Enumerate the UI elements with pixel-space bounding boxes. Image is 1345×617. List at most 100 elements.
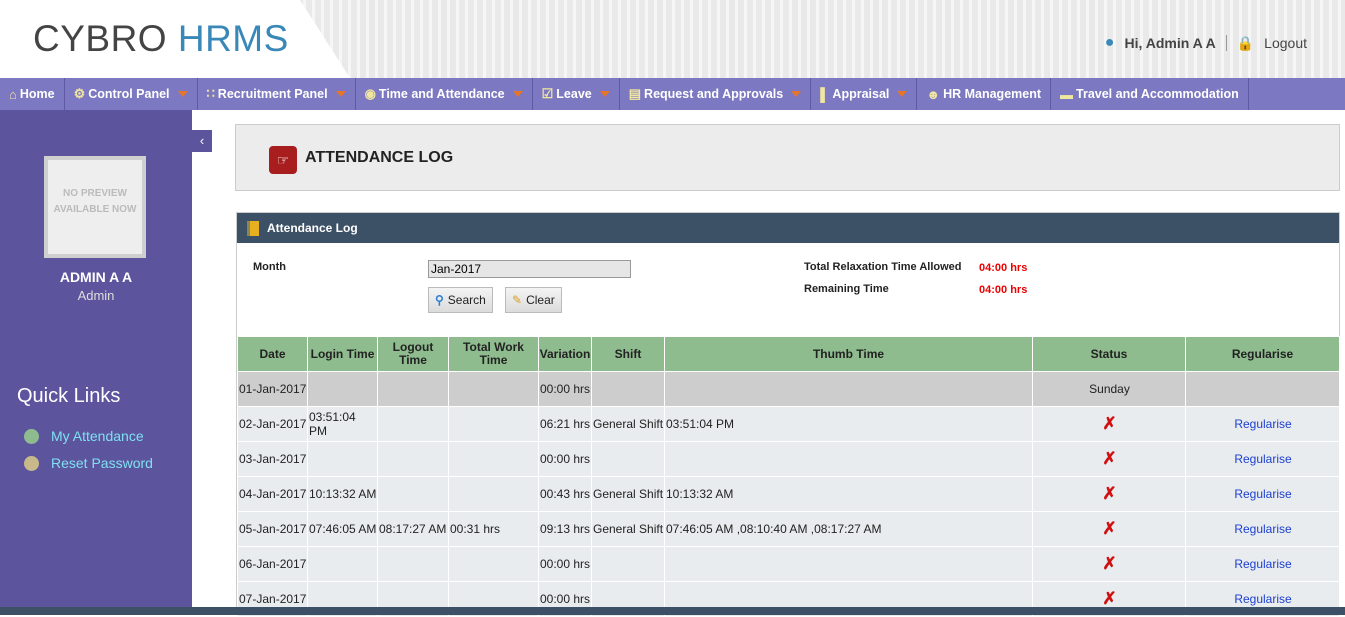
- column-header: Logout Time: [377, 336, 449, 372]
- cell-total: [448, 476, 539, 512]
- cell-reg: [1185, 371, 1340, 407]
- dropdown-caret-icon: [897, 91, 908, 97]
- nav-item-travel-and-accommodation[interactable]: ▬ Travel and Accommodation: [1051, 78, 1249, 110]
- panel-header: Attendance Log: [237, 213, 1339, 243]
- nav-item-home[interactable]: ⌂ Home: [0, 78, 65, 110]
- dropdown-caret-icon: [512, 91, 523, 97]
- user-role: Admin: [77, 288, 115, 303]
- absent-x-icon: ✗: [1032, 476, 1186, 512]
- notebook-icon: [247, 220, 259, 236]
- nav-item-leave[interactable]: ☑ Leave: [533, 78, 620, 110]
- cell-shift: General Shift: [591, 406, 665, 442]
- relaxation-label: Total Relaxation Time Allowed: [804, 261, 962, 273]
- logo-area: CYBRO HRMS: [0, 0, 350, 78]
- table-row: 04-Jan-2017 10:13:32 AM 00:43 hrs General S…: [237, 476, 1340, 512]
- cell-variation: 00:43 hrs: [538, 476, 592, 512]
- bullet-icon: [24, 428, 39, 444]
- cell-logout: [377, 546, 449, 582]
- cell-variation: 06:21 hrs: [538, 406, 592, 442]
- search-icon: ⚲: [435, 293, 444, 307]
- greeting[interactable]: Hi, Admin A A: [1124, 35, 1215, 51]
- quick-link-my-attendance[interactable]: My Attendance: [24, 428, 144, 444]
- cell-shift: [591, 546, 665, 582]
- regularise-link[interactable]: Regularise: [1185, 406, 1340, 442]
- cell-shift: General Shift: [591, 476, 665, 512]
- person-icon: ☻: [926, 86, 941, 102]
- absent-x-icon: ✗: [1032, 406, 1186, 442]
- nav-item-request-and-approvals[interactable]: ▤ Request and Approvals: [620, 78, 812, 110]
- table-row: 03-Jan-2017 00:00 hrs ✗ Regularise: [237, 441, 1340, 477]
- column-header: Total Work Time: [448, 336, 539, 372]
- dropdown-caret-icon: [791, 91, 802, 97]
- cell-total: [448, 441, 539, 477]
- quick-link-reset-password[interactable]: Reset Password: [24, 455, 153, 471]
- clear-button[interactable]: ✎ Clear: [505, 287, 562, 313]
- main-nav: ⌂ Home ⚙ Control Panel ∷ Recruitment Panel ◉ Ti…: [0, 78, 1345, 110]
- cell-status: Sunday: [1032, 371, 1186, 407]
- table-row: 02-Jan-2017 03:51:04 PM 06:21 hrs General S…: [237, 406, 1340, 442]
- logout-link[interactable]: Logout: [1264, 35, 1307, 51]
- absent-x-icon: ✗: [1032, 546, 1186, 582]
- page-title-box: ☞ ATTENDANCE LOG: [235, 124, 1340, 191]
- sidebar-collapse-button[interactable]: ‹: [192, 130, 212, 152]
- grid-icon: ∷: [206, 86, 215, 101]
- broom-icon: ✎: [512, 293, 523, 307]
- lock-icon: 🔒: [1236, 34, 1255, 51]
- cell-variation: 00:00 hrs: [538, 441, 592, 477]
- dropdown-caret-icon: [599, 91, 610, 97]
- dropdown-caret-icon: [177, 91, 188, 97]
- gear-icon: ⚙: [73, 86, 86, 101]
- cell-date: 02-Jan-2017: [237, 406, 308, 442]
- regularise-link[interactable]: Regularise: [1185, 511, 1340, 547]
- page-title: ATTENDANCE LOG: [305, 149, 454, 166]
- cell-login: [307, 441, 378, 477]
- nav-item-time-and-attendance[interactable]: ◉ Time and Attendance: [356, 78, 533, 110]
- cell-login: [307, 371, 378, 407]
- attendance-table: Date Login Time Logout Time Total Work Time…: [237, 336, 1340, 617]
- cell-thumb: [664, 546, 1033, 582]
- divider: [1225, 35, 1227, 51]
- nav-item-control-panel[interactable]: ⚙ Control Panel: [65, 78, 198, 110]
- cell-login: [307, 546, 378, 582]
- cell-date: 05-Jan-2017: [237, 511, 308, 547]
- bullet-icon: [24, 455, 39, 471]
- cell-logout: [377, 371, 449, 407]
- cell-total: [448, 406, 539, 442]
- train-icon: ▬: [1060, 86, 1074, 102]
- cell-total: 00:31 hrs: [448, 511, 539, 547]
- footer-bar: [0, 607, 1345, 615]
- user-icon: ●: [1104, 34, 1115, 51]
- remaining-label: Remaining Time: [804, 283, 889, 295]
- absent-x-icon: ✗: [1032, 511, 1186, 547]
- remaining-value: 04:00 hrs: [979, 284, 1028, 296]
- cell-total: [448, 546, 539, 582]
- regularise-link[interactable]: Regularise: [1185, 476, 1340, 512]
- nav-item-recruitment-panel[interactable]: ∷ Recruitment Panel: [198, 78, 356, 110]
- cell-login: 07:46:05 AM: [307, 511, 378, 547]
- cell-thumb: 10:13:32 AM: [664, 476, 1033, 512]
- attendance-panel: Attendance Log Month ⚲Search ✎Clear Tota…: [236, 212, 1340, 617]
- table-row: 05-Jan-2017 07:46:05 AM 08:17:27 AM 00:31 h…: [237, 511, 1340, 547]
- cell-total: [448, 371, 539, 407]
- cell-logout: 08:17:27 AM: [377, 511, 449, 547]
- sidebar: NO PREVIEW AVAILABLE NOW ADMIN A A Admin…: [0, 110, 192, 607]
- bar-chart-icon: ▌: [820, 86, 830, 102]
- user-menu: ● Hi, Admin A A 🔒 Logout: [1105, 34, 1307, 52]
- quick-links-title: Quick Links: [17, 385, 121, 407]
- logo[interactable]: CYBRO HRMS: [33, 18, 289, 60]
- month-input[interactable]: [428, 260, 631, 278]
- nav-item-appraisal[interactable]: ▌ Appraisal: [811, 78, 918, 110]
- cell-logout: [377, 441, 449, 477]
- regularise-link[interactable]: Regularise: [1185, 546, 1340, 582]
- absent-x-icon: ✗: [1032, 441, 1186, 477]
- dropdown-caret-icon: [335, 91, 346, 97]
- search-button[interactable]: ⚲ Search: [428, 287, 493, 313]
- checkbox-icon: ☑: [541, 86, 554, 101]
- column-header: Thumb Time: [664, 336, 1033, 372]
- column-header: Login Time: [307, 336, 378, 372]
- regularise-link[interactable]: Regularise: [1185, 441, 1340, 477]
- nav-item-hr-management[interactable]: ☻ HR Management: [917, 78, 1052, 110]
- header: CYBRO HRMS ● Hi, Admin A A 🔒 Logout: [0, 0, 1345, 78]
- film-clock-icon: ◉: [364, 86, 376, 101]
- column-header: Date: [237, 336, 308, 372]
